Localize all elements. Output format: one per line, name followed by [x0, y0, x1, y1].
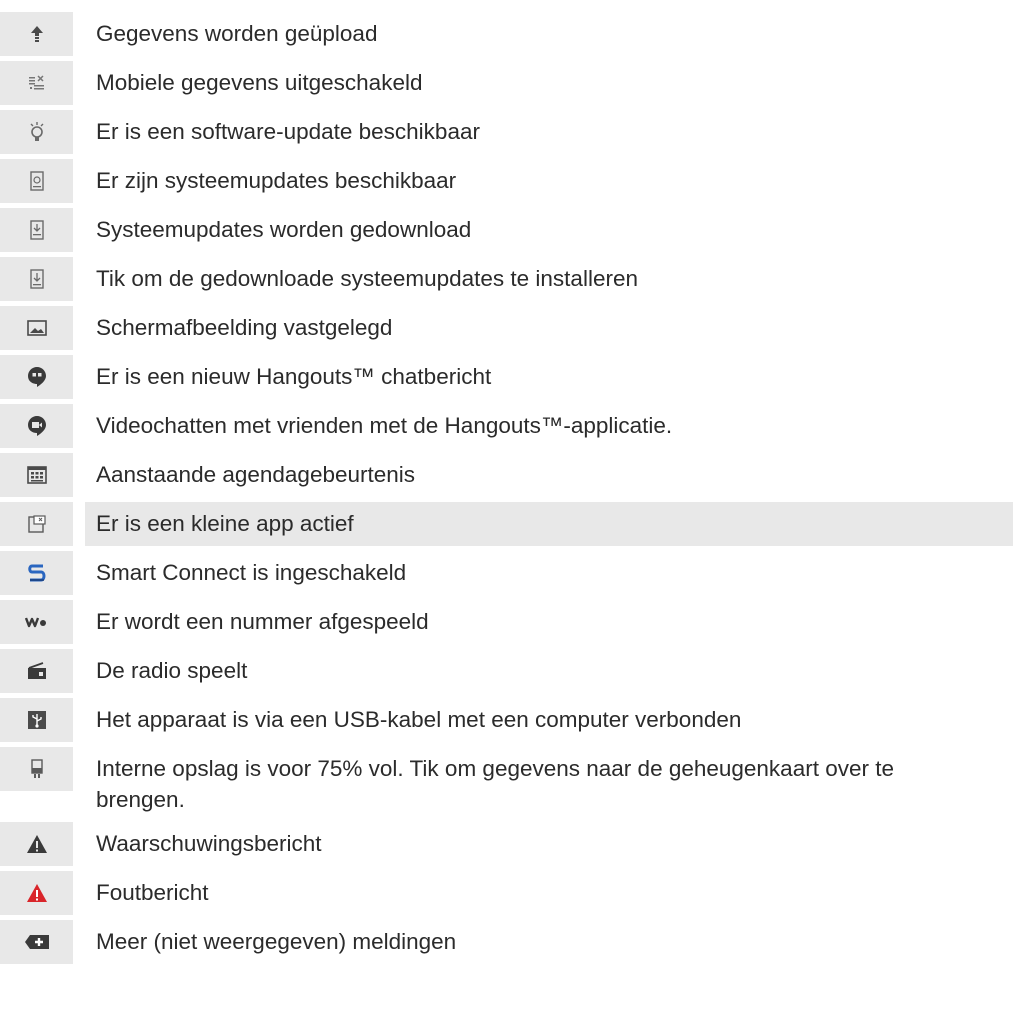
- list-item-text: Er zijn systeemupdates beschikbaar: [96, 168, 457, 193]
- list-item-text: Videochatten met vrienden met de Hangout…: [96, 413, 673, 438]
- list-item: Smart Connect is ingeschakeld: [0, 551, 1013, 595]
- walkman-icon: [24, 615, 49, 629]
- hangouts-chat-icon: [27, 366, 47, 388]
- list-item-text: Foutbericht: [96, 880, 209, 905]
- list-item-text: Mobiele gegevens uitgeschakeld: [96, 70, 423, 95]
- smart-connect-icon: [26, 563, 48, 583]
- list-item: Het apparaat is via een USB-kabel met ee…: [0, 698, 1013, 742]
- list-item: Gegevens worden geüpload: [0, 12, 1013, 56]
- list-item-text: De radio speelt: [96, 658, 248, 683]
- usb-icon: [27, 710, 47, 730]
- list-item: Er is een software-update beschikbaar: [0, 110, 1013, 154]
- list-item-text: Interne opslag is voor 75% vol. Tik om g…: [96, 756, 894, 781]
- list-item-text: Aanstaande agendagebeurtenis: [96, 462, 416, 487]
- list-item-text: Waarschuwingsbericht: [96, 831, 322, 856]
- list-item: Systeemupdates worden gedownload: [0, 208, 1013, 252]
- list-item: Aanstaande agendagebeurtenis: [0, 453, 1013, 497]
- small-app-icon: [27, 515, 46, 533]
- calendar-icon: [26, 466, 47, 484]
- error-icon: [26, 883, 48, 903]
- system-update-icon: [29, 171, 45, 191]
- list-item-text: Er is een kleine app actief: [96, 511, 354, 536]
- more-notifications-icon: [24, 934, 50, 950]
- list-item-text: Er is een nieuw Hangouts™ chatbericht: [96, 364, 492, 389]
- list-item-text: Er wordt een nummer afgespeeld: [96, 609, 429, 634]
- list-item: Schermafbeelding vastgelegd: [0, 306, 1013, 350]
- list-item: Videochatten met vrienden met de Hangout…: [0, 404, 1013, 448]
- list-item: Mobiele gegevens uitgeschakeld: [0, 61, 1013, 105]
- list-item: Er wordt een nummer afgespeeld: [0, 600, 1013, 644]
- list-item-text: Het apparaat is via een USB-kabel met ee…: [96, 707, 742, 732]
- system-update-downloading-icon: [29, 220, 45, 240]
- upload-icon: [29, 25, 45, 43]
- list-item: De radio speelt: [0, 649, 1013, 693]
- list-item-text: Smart Connect is ingeschakeld: [96, 560, 407, 585]
- list-item: Meer (niet weergegeven) meldingen: [0, 920, 1013, 964]
- list-item-text: Tik om de gedownloade systeemupdates te …: [96, 266, 638, 291]
- mobile-data-off-icon: [28, 75, 46, 91]
- list-item-text: Systeemupdates worden gedownload: [96, 217, 472, 242]
- list-item-text: Schermafbeelding vastgelegd: [96, 315, 393, 340]
- hangouts-video-icon: [27, 415, 47, 437]
- list-item: Tik om de gedownloade systeemupdates te …: [0, 257, 1013, 301]
- list-item: Interne opslag is voor 75% vol. Tik om g…: [0, 747, 1013, 817]
- screenshot-icon: [26, 320, 47, 336]
- lightbulb-icon: [28, 121, 46, 143]
- radio-icon: [26, 662, 48, 680]
- list-item-text: Er is een software-update beschikbaar: [96, 119, 480, 144]
- list-item: Waarschuwingsbericht: [0, 822, 1013, 866]
- list-item-text-continued: brengen.: [96, 787, 185, 812]
- list-item-text: Meer (niet weergegeven) meldingen: [96, 929, 457, 954]
- list-item: Er is een nieuw Hangouts™ chatbericht: [0, 355, 1013, 399]
- list-item: Foutbericht: [0, 871, 1013, 915]
- list-item: Er zijn systeemupdates beschikbaar: [0, 159, 1013, 203]
- warning-icon: [26, 834, 48, 854]
- system-update-install-icon: [29, 269, 45, 289]
- storage-icon: [30, 759, 44, 779]
- list-item: Er is een kleine app actief: [0, 502, 1013, 546]
- list-item-text: Gegevens worden geüpload: [96, 21, 378, 46]
